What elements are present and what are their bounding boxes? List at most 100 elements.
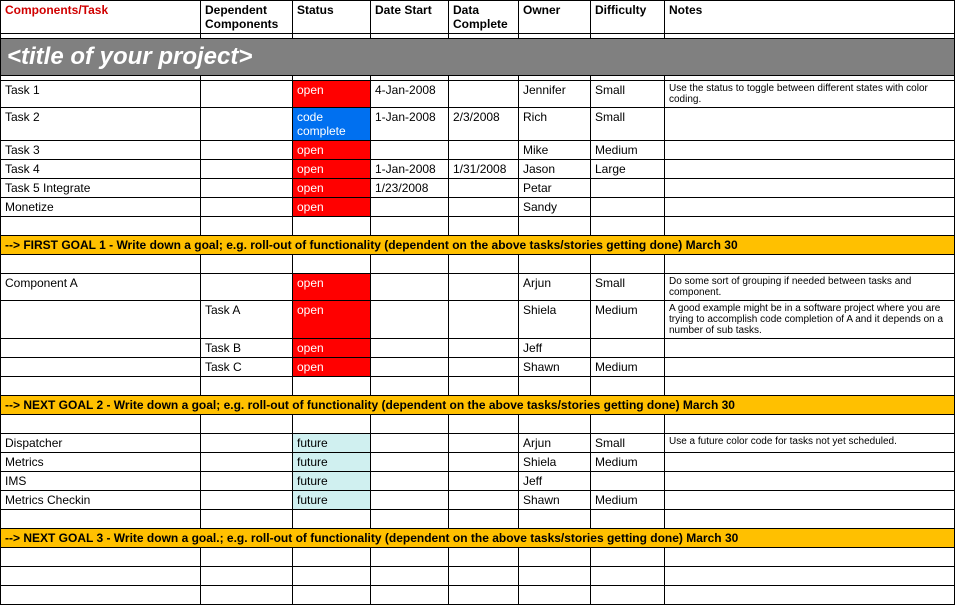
empty-cell[interactable] [519,510,591,529]
empty-cell[interactable] [201,586,293,605]
start-cell[interactable] [371,491,449,510]
empty-cell[interactable] [449,377,519,396]
notes-cell[interactable]: Use a future color code for tasks not ye… [665,434,955,453]
difficulty-cell[interactable]: Medium [591,301,665,339]
empty-cell[interactable] [1,586,201,605]
empty-cell[interactable] [591,415,665,434]
dependent-cell[interactable] [201,453,293,472]
empty-cell[interactable] [519,586,591,605]
status-cell[interactable]: open [293,274,371,301]
task-cell[interactable]: Task 1 [1,81,201,108]
difficulty-cell[interactable] [591,472,665,491]
task-cell[interactable] [1,339,201,358]
notes-cell[interactable]: Do some sort of grouping if needed betwe… [665,274,955,301]
empty-cell[interactable] [519,415,591,434]
owner-cell[interactable]: Shiela [519,301,591,339]
header-task[interactable]: Components/Task [1,1,201,34]
start-cell[interactable] [371,358,449,377]
empty-cell[interactable] [293,377,371,396]
difficulty-cell[interactable]: Small [591,108,665,141]
empty-cell[interactable] [293,548,371,567]
start-cell[interactable] [371,198,449,217]
empty-cell[interactable] [591,255,665,274]
empty-cell[interactable] [1,217,201,236]
start-cell[interactable] [371,141,449,160]
start-cell[interactable]: 1/23/2008 [371,179,449,198]
task-cell[interactable]: Metrics Checkin [1,491,201,510]
status-cell[interactable]: open [293,141,371,160]
empty-cell[interactable] [371,377,449,396]
goal-1-row-text[interactable]: --> FIRST GOAL 1 - Write down a goal; e.… [1,236,955,255]
empty-cell[interactable] [449,586,519,605]
notes-cell[interactable]: A good example might be in a software pr… [665,301,955,339]
start-cell[interactable] [371,472,449,491]
empty-cell[interactable] [591,586,665,605]
status-cell[interactable]: open [293,358,371,377]
notes-cell[interactable] [665,491,955,510]
task-cell[interactable] [1,301,201,339]
empty-cell[interactable] [665,255,955,274]
empty-cell[interactable] [519,567,591,586]
dependent-cell[interactable] [201,141,293,160]
complete-cell[interactable]: 2/3/2008 [449,108,519,141]
owner-cell[interactable]: Jennifer [519,81,591,108]
status-cell[interactable]: future [293,434,371,453]
complete-cell[interactable] [449,434,519,453]
start-cell[interactable]: 4-Jan-2008 [371,81,449,108]
notes-cell[interactable] [665,198,955,217]
complete-cell[interactable] [449,198,519,217]
empty-cell[interactable] [201,217,293,236]
empty-cell[interactable] [665,586,955,605]
notes-cell[interactable] [665,339,955,358]
owner-cell[interactable]: Jeff [519,339,591,358]
complete-cell[interactable] [449,339,519,358]
header-start[interactable]: Date Start [371,1,449,34]
empty-cell[interactable] [201,510,293,529]
difficulty-cell[interactable]: Small [591,434,665,453]
start-cell[interactable]: 1-Jan-2008 [371,160,449,179]
owner-cell[interactable]: Jeff [519,472,591,491]
notes-cell[interactable]: Use the status to toggle between differe… [665,81,955,108]
status-cell[interactable]: open [293,198,371,217]
complete-cell[interactable] [449,453,519,472]
notes-cell[interactable] [665,160,955,179]
complete-cell[interactable] [449,274,519,301]
empty-cell[interactable] [665,377,955,396]
task-cell[interactable]: Task 4 [1,160,201,179]
owner-cell[interactable]: Jason [519,160,591,179]
owner-cell[interactable]: Shawn [519,358,591,377]
empty-cell[interactable] [371,510,449,529]
status-cell[interactable]: open [293,339,371,358]
empty-cell[interactable] [591,510,665,529]
owner-cell[interactable]: Petar [519,179,591,198]
complete-cell[interactable] [449,179,519,198]
difficulty-cell[interactable] [591,339,665,358]
empty-cell[interactable] [201,548,293,567]
notes-cell[interactable] [665,141,955,160]
empty-cell[interactable] [665,567,955,586]
difficulty-cell[interactable]: Small [591,274,665,301]
dependent-cell[interactable] [201,198,293,217]
empty-cell[interactable] [665,217,955,236]
status-cell[interactable]: open [293,179,371,198]
empty-cell[interactable] [371,255,449,274]
empty-cell[interactable] [449,217,519,236]
empty-cell[interactable] [201,255,293,274]
owner-cell[interactable]: Mike [519,141,591,160]
start-cell[interactable] [371,339,449,358]
complete-cell[interactable]: 1/31/2008 [449,160,519,179]
empty-cell[interactable] [591,567,665,586]
status-cell[interactable]: code complete [293,108,371,141]
status-cell[interactable]: open [293,301,371,339]
empty-cell[interactable] [449,510,519,529]
difficulty-cell[interactable] [591,198,665,217]
start-cell[interactable] [371,434,449,453]
start-cell[interactable] [371,453,449,472]
status-cell[interactable]: open [293,160,371,179]
status-cell[interactable]: future [293,491,371,510]
complete-cell[interactable] [449,491,519,510]
empty-cell[interactable] [519,377,591,396]
task-cell[interactable]: Monetize [1,198,201,217]
start-cell[interactable] [371,274,449,301]
complete-cell[interactable] [449,472,519,491]
